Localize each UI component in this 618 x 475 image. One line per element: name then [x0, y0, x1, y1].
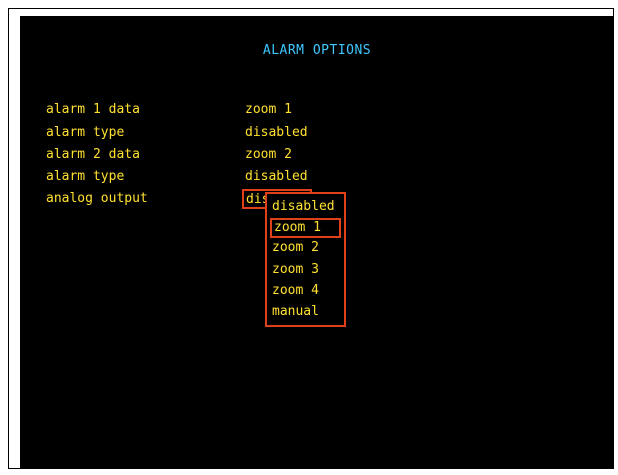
alarm-1-type-value[interactable]: disabled	[245, 125, 308, 141]
alarm-2-type-value[interactable]: disabled	[245, 169, 308, 185]
dropdown-option-disabled[interactable]: disabled	[270, 198, 341, 218]
alarm-options-screen: ALARM OPTIONS alarm 1 data zoom 1 alarm …	[20, 16, 614, 469]
alarm-2-data-label: alarm 2 data	[46, 147, 140, 162]
alarm-1-type-label: alarm type	[46, 125, 125, 140]
dropdown-option-zoom-1[interactable]: zoom 1	[270, 218, 341, 238]
alarm-1-data-label: alarm 1 data	[46, 102, 140, 117]
dropdown-option-zoom-4[interactable]: zoom 4	[270, 282, 341, 302]
dropdown-option-zoom-3[interactable]: zoom 3	[270, 261, 341, 281]
alarm-1-data-value[interactable]: zoom 1	[245, 102, 292, 118]
page-title: ALARM OPTIONS	[262, 43, 372, 58]
analog-output-dropdown[interactable]: disabled zoom 1 zoom 2 zoom 3 zoom 4 man…	[265, 192, 346, 327]
dropdown-option-manual[interactable]: manual	[270, 303, 341, 323]
alarm-2-type-label: alarm type	[46, 169, 125, 184]
alarm-2-data-value[interactable]: zoom 2	[245, 147, 292, 163]
dropdown-option-zoom-2[interactable]: zoom 2	[270, 239, 341, 259]
analog-output-label: analog output	[46, 191, 148, 206]
